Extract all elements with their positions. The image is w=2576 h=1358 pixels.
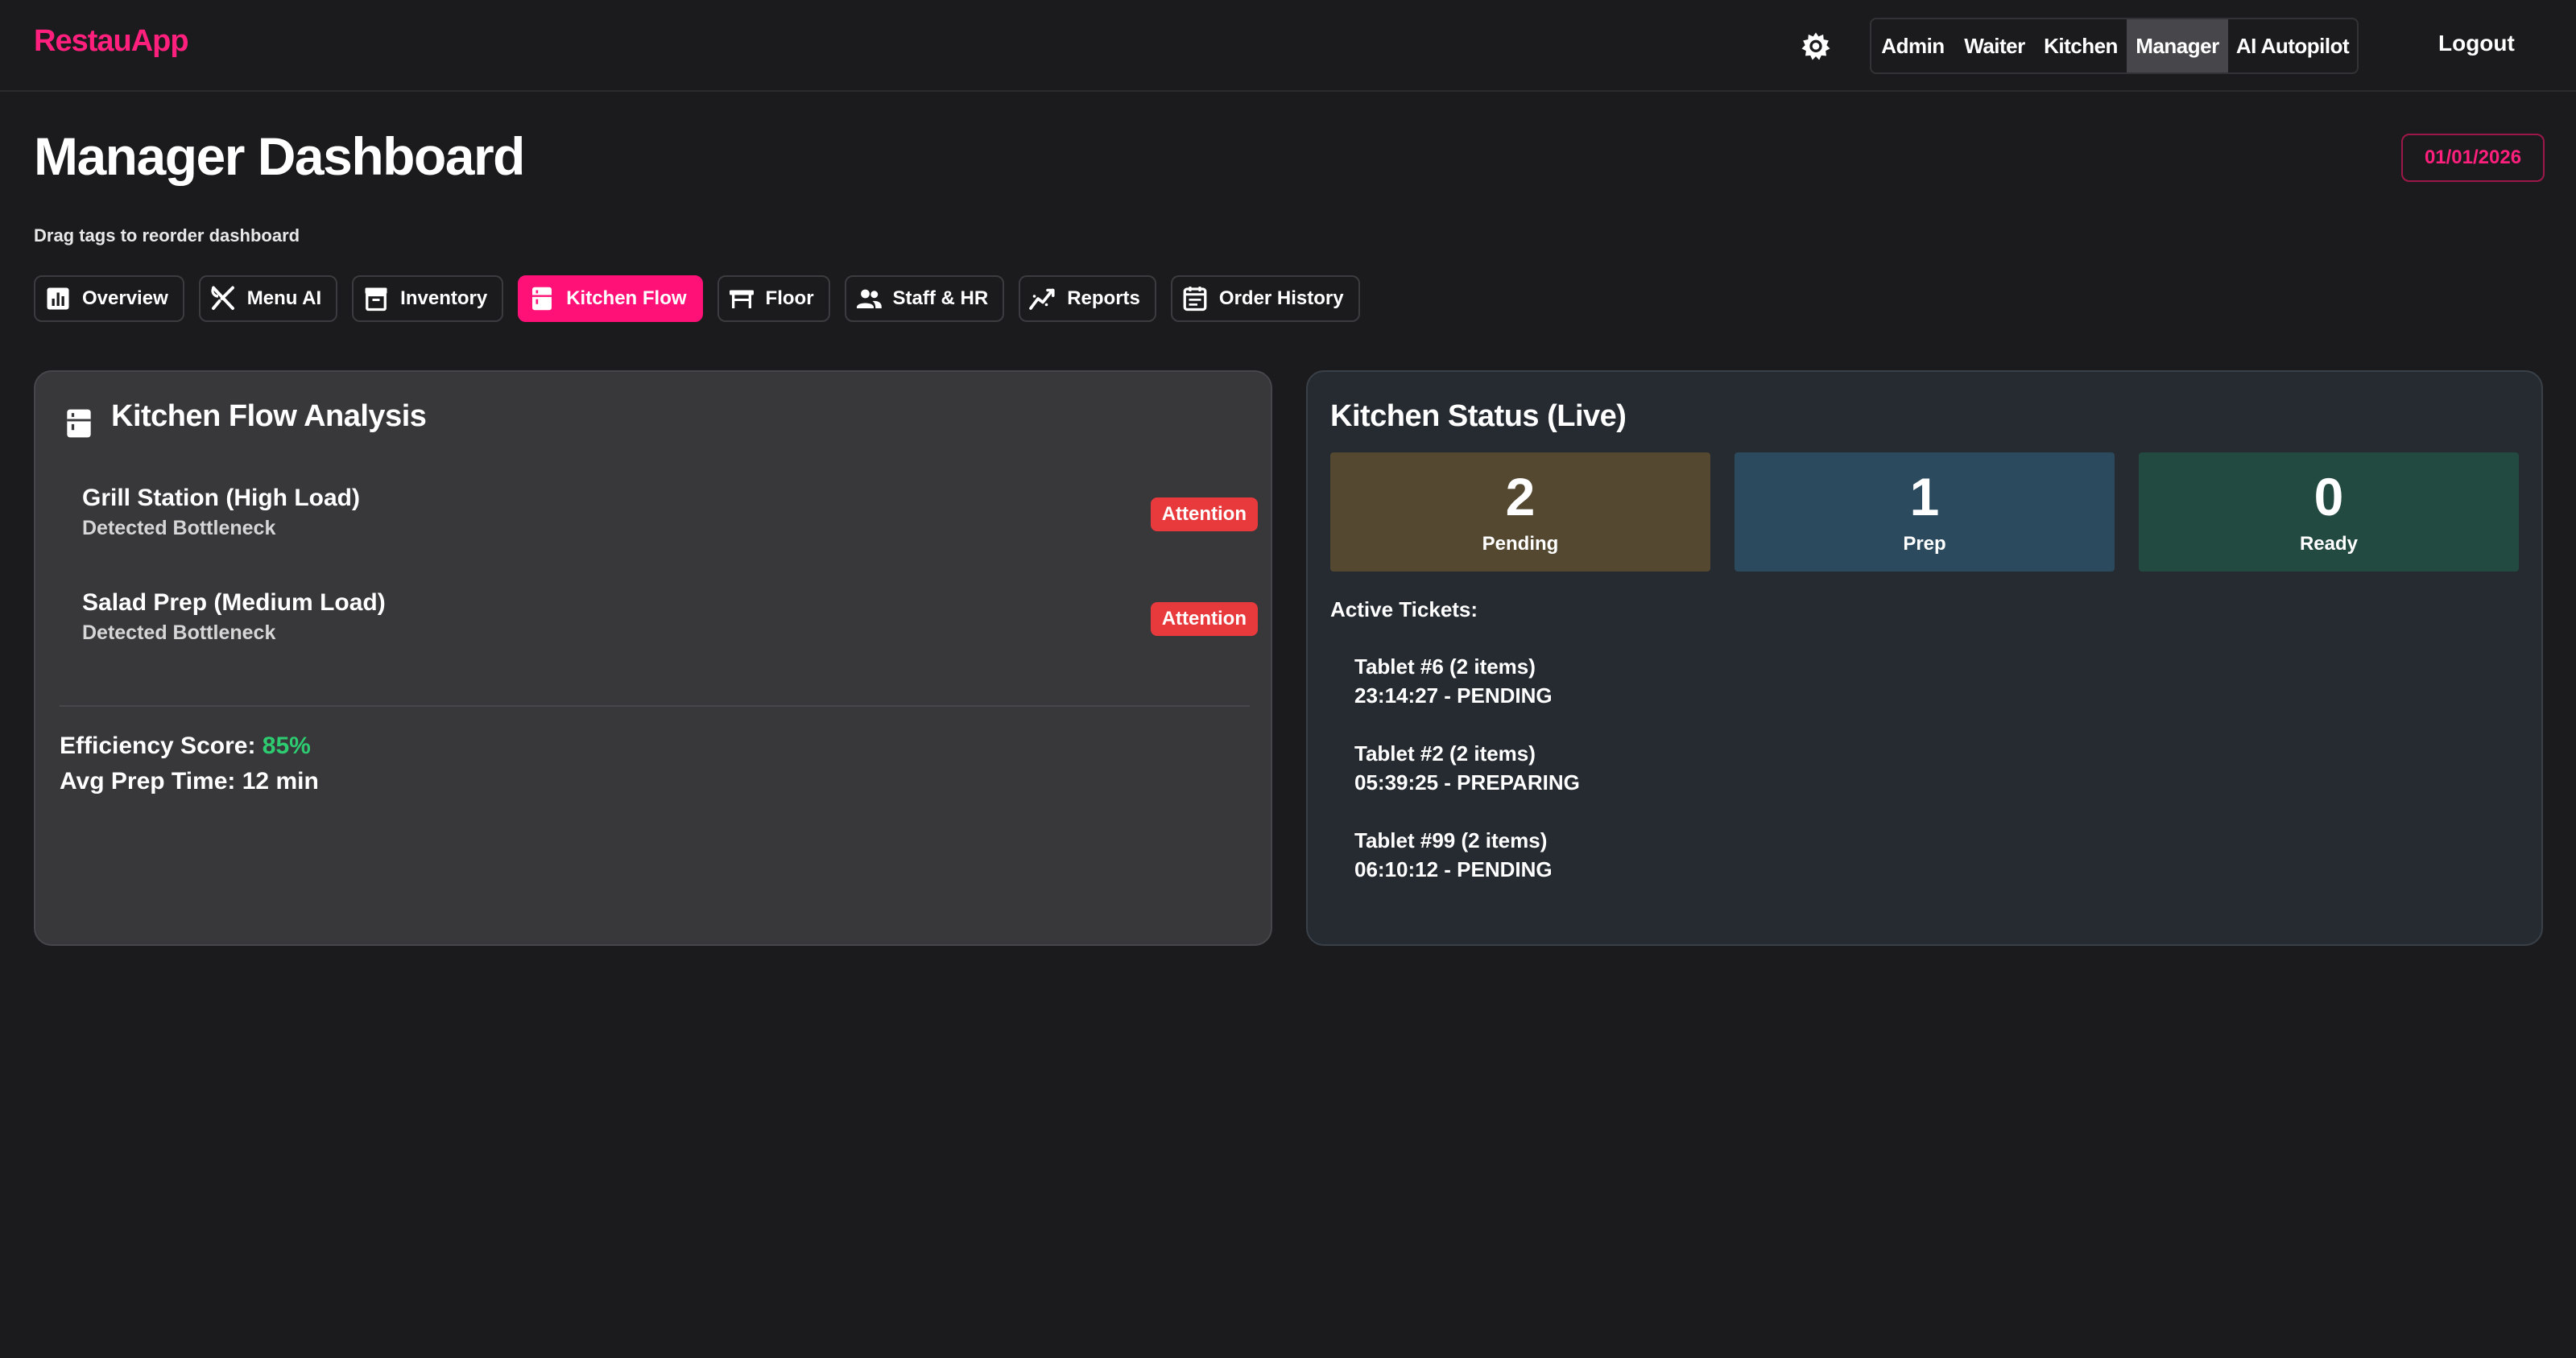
kitchen-flow-title: Kitchen Flow Analysis: [111, 399, 427, 433]
tab-label: Order History: [1218, 287, 1344, 309]
ticket-title: Tablet #99 (2 items): [1354, 828, 1548, 852]
divider: [60, 705, 1250, 707]
ticket-item[interactable]: Tablet #6 (2 items) 23:14:27 - PENDING: [1354, 652, 1553, 710]
tab-floor[interactable]: Floor: [717, 275, 830, 322]
role-admin-button[interactable]: Admin: [1871, 19, 1954, 72]
attention-badge: Attention: [1150, 602, 1258, 636]
tab-label: Reports: [1067, 287, 1140, 309]
kitchen-flow-card: Kitchen Flow Analysis Grill Station (Hig…: [34, 370, 1272, 946]
avg-prep-value: 12 min: [242, 768, 319, 795]
status-prep-box: 1 Prep: [1735, 452, 2115, 572]
status-label: Ready: [2299, 533, 2359, 555]
top-bar: RestauApp Admin Waiter Kitchen Manager A…: [0, 0, 2576, 92]
tab-order-history[interactable]: Order History: [1170, 275, 1360, 322]
efficiency-score: Efficiency Score: 85%: [60, 733, 311, 760]
status-pending-box: 2 Pending: [1330, 452, 1710, 572]
tab-inventory[interactable]: Inventory: [352, 275, 504, 322]
tab-reports[interactable]: Reports: [1019, 275, 1156, 322]
tab-label: Overview: [82, 287, 168, 309]
fork-knife-icon: [211, 286, 234, 310]
role-manager-button[interactable]: Manager: [2127, 19, 2228, 72]
status-label: Pending: [1482, 533, 1559, 555]
kitchen-status-title: Kitchen Status (Live): [1330, 399, 1627, 433]
kitchen-status-card: Kitchen Status (Live) 2 Pending 1 Prep 0…: [1306, 370, 2543, 946]
dashboard-tabs: Overview Menu AI Inventory Kitchen Flow: [34, 275, 1360, 322]
tab-label: Inventory: [400, 287, 488, 309]
tab-overview[interactable]: Overview: [34, 275, 184, 322]
table-icon: [729, 290, 754, 308]
bottleneck-name: Salad Prep (Medium Load): [82, 589, 386, 616]
archive-box-icon: [365, 287, 387, 312]
date-badge[interactable]: 01/01/2026: [2401, 134, 2545, 182]
tab-label: Menu AI: [246, 287, 322, 309]
fridge-icon: [532, 287, 552, 311]
trend-line-icon: [1029, 288, 1055, 310]
attention-badge: Attention: [1150, 497, 1258, 531]
ticket-item[interactable]: Tablet #99 (2 items) 06:10:12 - PENDING: [1354, 826, 1553, 884]
tab-staff-hr[interactable]: Staff & HR: [844, 275, 1005, 322]
avg-prep-time: Avg Prep Time: 12 min: [60, 768, 319, 795]
ticket-title: Tablet #6 (2 items): [1354, 654, 1536, 679]
tab-kitchen-flow[interactable]: Kitchen Flow: [518, 275, 703, 322]
status-label: Prep: [1903, 533, 1946, 555]
efficiency-label: Efficiency Score:: [60, 733, 256, 759]
ticket-detail: 05:39:25 - PREPARING: [1354, 770, 1580, 795]
bottleneck-subtitle: Detected Bottleneck: [82, 621, 276, 644]
fridge-icon: [67, 409, 91, 438]
bar-chart-icon: [47, 287, 69, 310]
page-title: Manager Dashboard: [34, 126, 525, 186]
bottleneck-item: Salad Prep (Medium Load) Detected Bottle…: [82, 589, 1258, 645]
tab-label: Staff & HR: [892, 287, 989, 309]
logout-button[interactable]: Logout: [2438, 31, 2515, 56]
role-switcher: Admin Waiter Kitchen Manager AI Autopilo…: [1870, 18, 2359, 74]
status-count: 1: [1909, 467, 1940, 526]
status-count: 2: [1505, 467, 1536, 526]
status-ready-box: 0 Ready: [2139, 452, 2519, 572]
brand-logo[interactable]: RestauApp: [34, 24, 189, 59]
role-ai-autopilot-button[interactable]: AI Autopilot: [2228, 19, 2357, 72]
reorder-hint: Drag tags to reorder dashboard: [34, 225, 300, 246]
tab-label: Floor: [765, 287, 814, 309]
tab-label: Kitchen Flow: [566, 287, 687, 309]
people-icon: [856, 289, 882, 308]
theme-toggle-button[interactable]: [1797, 27, 1834, 64]
role-kitchen-button[interactable]: Kitchen: [2035, 19, 2127, 72]
avg-prep-label: Avg Prep Time:: [60, 768, 236, 795]
ticket-item[interactable]: Tablet #2 (2 items) 05:39:25 - PREPARING: [1354, 739, 1580, 797]
calendar-list-icon: [1183, 287, 1207, 312]
bottleneck-item: Grill Station (High Load) Detected Bottl…: [82, 485, 1258, 540]
bottleneck-subtitle: Detected Bottleneck: [82, 517, 276, 539]
ticket-detail: 06:10:12 - PENDING: [1354, 857, 1553, 881]
active-tickets-label: Active Tickets:: [1330, 597, 1478, 621]
sun-icon: [1801, 32, 1830, 60]
ticket-detail: 23:14:27 - PENDING: [1354, 683, 1553, 708]
ticket-title: Tablet #2 (2 items): [1354, 741, 1536, 766]
tab-menu-ai[interactable]: Menu AI: [198, 275, 338, 322]
bottleneck-name: Grill Station (High Load): [82, 485, 360, 511]
status-count: 0: [2313, 467, 2344, 526]
role-waiter-button[interactable]: Waiter: [1954, 19, 2035, 72]
efficiency-value: 85%: [262, 733, 311, 759]
